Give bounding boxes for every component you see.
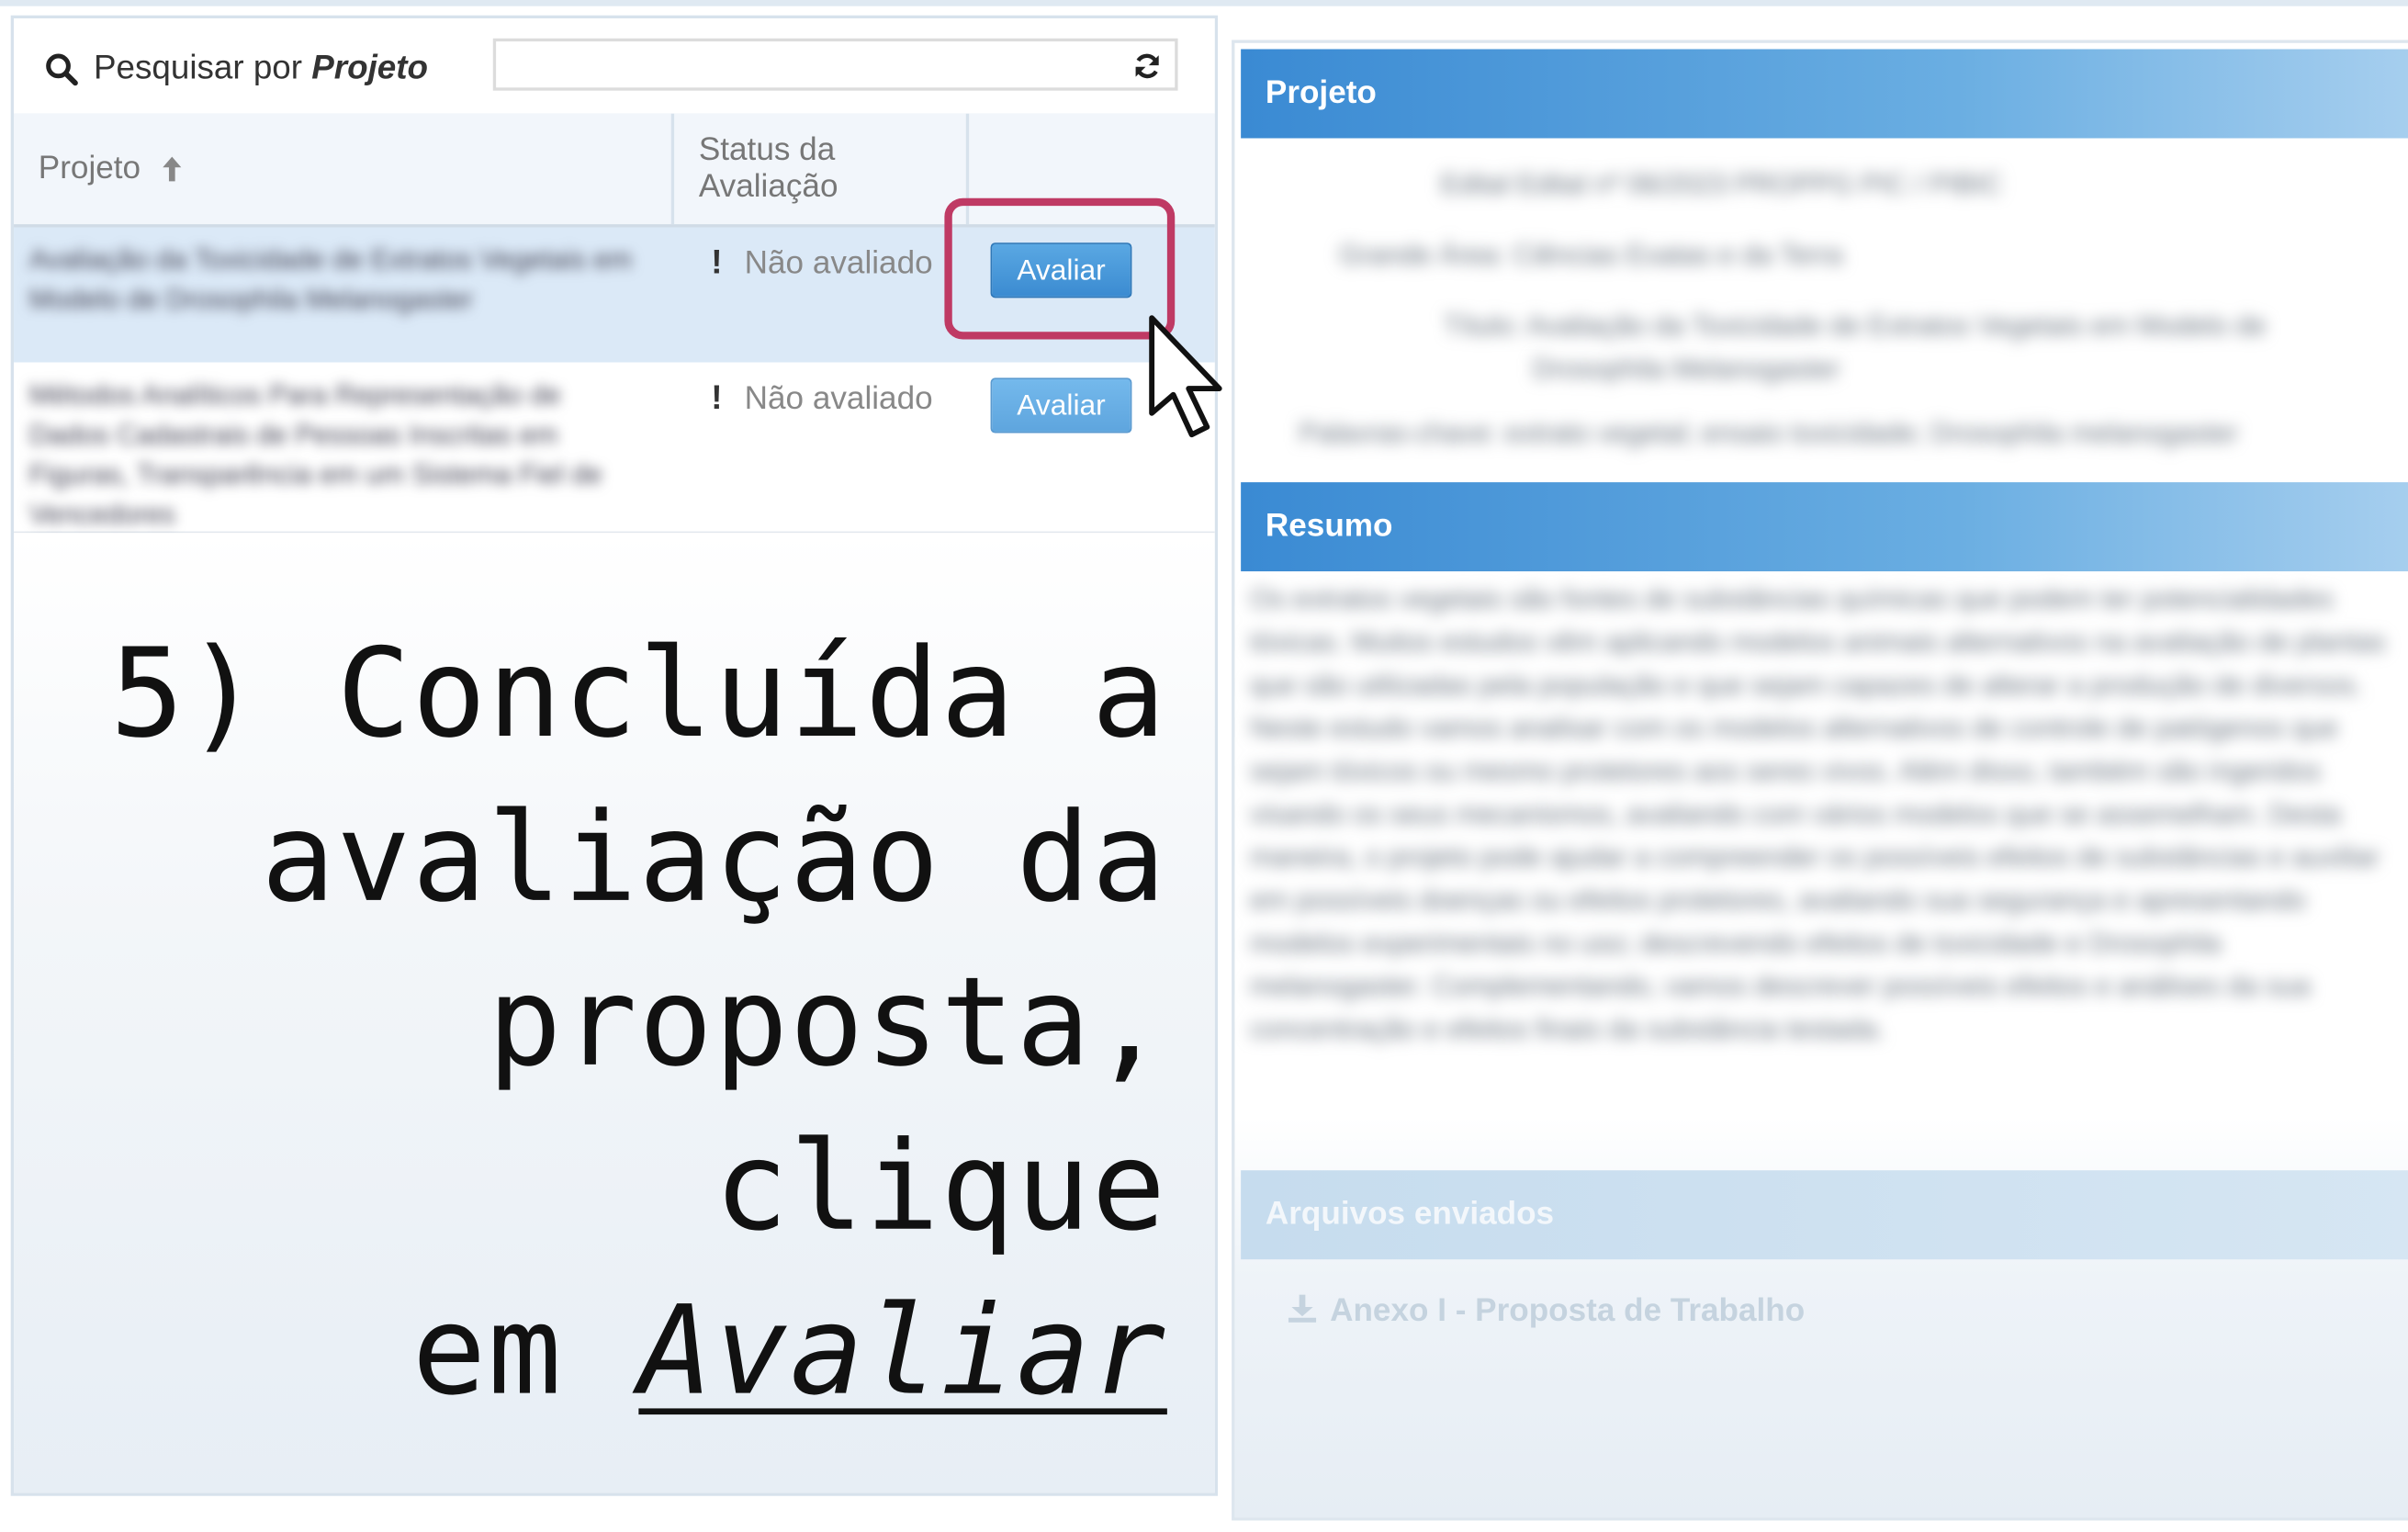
search-field-name: Projeto xyxy=(311,47,428,86)
project-title-blurred: Métodos Analíticos Para Representação de… xyxy=(28,379,602,530)
column-header-status[interactable]: Status da Avaliação xyxy=(671,113,970,225)
highlight-box xyxy=(944,197,1176,340)
attachment-name: Anexo I - Proposta de Trabalho xyxy=(1330,1292,1806,1329)
search-icon xyxy=(46,53,78,86)
section-header-projeto: Projeto xyxy=(1241,49,2408,139)
project-area: Grande Área: Ciências Exatas e da Terra xyxy=(1339,239,1843,271)
column-status-label: Status da Avaliação xyxy=(698,131,838,205)
project-title-cont: Drosophila Melanogaster xyxy=(1532,353,1840,385)
mouse-pointer-icon xyxy=(1149,315,1222,438)
download-icon xyxy=(1288,1294,1317,1323)
search-label: Pesquisar por Projeto xyxy=(94,48,428,87)
table-row[interactable]: Métodos Analíticos Para Representação de… xyxy=(14,362,1215,534)
status-cell: ! Não avaliado xyxy=(711,242,932,282)
status-text: Não avaliado xyxy=(744,245,933,282)
instruction-caption: 5) Concluída a avaliação da proposta, cl… xyxy=(0,612,1167,1434)
section-header-arquivos: Arquivos enviados xyxy=(1241,1170,2408,1260)
status-text: Não avaliado xyxy=(744,380,933,417)
instruction-prefix: em xyxy=(411,1279,639,1423)
section-header-resumo: Resumo xyxy=(1241,482,2408,572)
status-cell: ! Não avaliado xyxy=(711,377,932,417)
instruction-keyword: Avaliar xyxy=(638,1279,1167,1423)
project-keywords: Palavras-chave: extrato vegetal; ensaio … xyxy=(1299,417,2238,449)
instruction-line-3: proposta, clique xyxy=(487,951,1167,1258)
column-projeto-label: Projeto xyxy=(38,150,141,186)
instruction-line-2: avaliação da xyxy=(261,786,1167,929)
sort-ascending-icon[interactable] xyxy=(162,153,183,184)
instruction-line-4: em Avaliar xyxy=(0,1268,1167,1433)
avaliar-button[interactable]: Avaliar xyxy=(990,377,1132,434)
instruction-line-1: 5) Concluída a xyxy=(109,622,1167,765)
status-warning-icon: ! xyxy=(711,377,723,417)
search-bar: Pesquisar por Projeto xyxy=(14,18,1215,118)
search-input[interactable] xyxy=(492,38,1178,91)
status-warning-icon: ! xyxy=(711,242,723,282)
search-label-prefix: Pesquisar por xyxy=(94,47,303,86)
attachment-link[interactable]: Anexo I - Proposta de Trabalho xyxy=(1287,1293,1805,1330)
top-border xyxy=(0,0,2408,6)
summary-text: Os extratos vegetais são fontes de subst… xyxy=(1250,583,2386,1045)
project-detail-panel: Projeto Edital Edital nº 06/2023 PROPPG … xyxy=(1232,39,2408,1521)
project-title: Título: Avaliação da Toxicidade de Extra… xyxy=(1443,310,2267,342)
project-edital: Edital Edital nº 06/2023 PROPPG PIC / PI… xyxy=(1440,168,2003,200)
project-title-blurred: Avaliação da Toxicidade de Extratos Vege… xyxy=(28,243,633,315)
column-header-projeto[interactable]: Projeto xyxy=(14,113,675,225)
refresh-icon[interactable] xyxy=(1131,51,1162,81)
